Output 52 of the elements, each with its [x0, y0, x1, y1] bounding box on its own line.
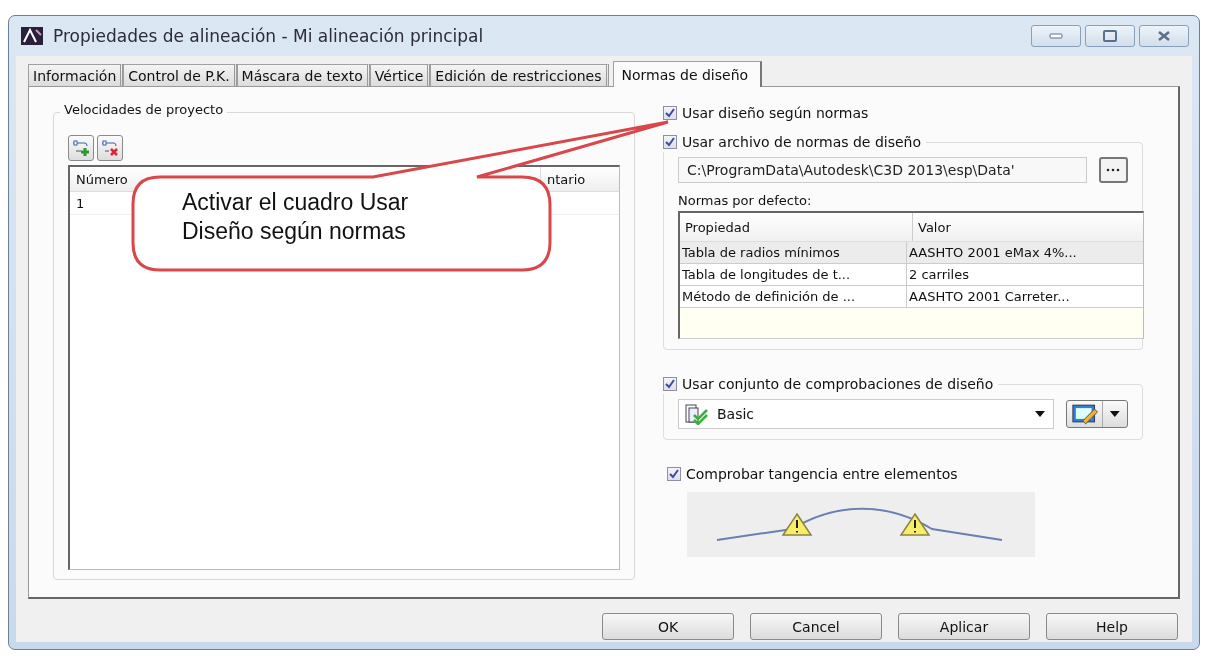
- table-cell: Tabla de longitudes de t...: [680, 264, 907, 285]
- defaults-label: Normas por defecto:: [678, 193, 813, 208]
- table-cell-text: AASHTO 2001 eMax 4%...: [908, 244, 1078, 262]
- column-header[interactable]: Número: [70, 167, 134, 191]
- checkbox[interactable]: [663, 377, 677, 391]
- maximize-icon: [1103, 30, 1117, 42]
- close-button[interactable]: [1139, 25, 1189, 47]
- caret-icon: [1035, 411, 1045, 417]
- checkbox-label: Comprobar tangencia entre elementos: [686, 466, 958, 482]
- dialog-button[interactable]: Help: [1046, 613, 1178, 640]
- window-title: Propiedades de alineación - Mi alineación principal: [53, 26, 485, 46]
- add-row-button[interactable]: [68, 135, 94, 161]
- tab[interactable]: Normas de diseño: [612, 61, 763, 87]
- edit-split-button[interactable]: [1066, 400, 1128, 428]
- check-set-dropdown[interactable]: Basic: [678, 399, 1054, 429]
- tab[interactable]: Máscara de texto: [236, 64, 370, 86]
- callout-text: Activar el cuadro Usar Diseño según normas: [182, 188, 410, 246]
- dialog-button[interactable]: Aplicar: [898, 613, 1030, 640]
- column-header[interactable]: Propiedad: [680, 213, 913, 241]
- dropdown-value: Basic: [717, 406, 756, 422]
- checkbox-label: Usar diseño según normas: [682, 105, 869, 121]
- table-row[interactable]: Método de definición de ... AASHTO 2001 Carreter...: [680, 286, 1143, 308]
- checkbox[interactable]: [663, 106, 677, 120]
- tab[interactable]: Información: [28, 64, 124, 86]
- minimize-icon: [1049, 33, 1063, 39]
- app-logo-icon: [21, 27, 43, 45]
- table-cell-text: 2 carriles: [908, 266, 970, 284]
- ellipsis-icon: [1105, 167, 1122, 173]
- minimize-button[interactable]: [1031, 25, 1081, 47]
- dialog-button[interactable]: OK: [602, 613, 734, 640]
- group-title: Velocidades de proyecto: [60, 102, 228, 117]
- tab[interactable]: Vértice: [369, 64, 431, 86]
- checkbox-label: Usar conjunto de comprobaciones de diseño: [682, 376, 994, 392]
- table-cell: Método de definición de ...: [680, 286, 907, 307]
- table-row[interactable]: Tabla de radios mínimos AASHTO 2001 eMax 4%...: [680, 242, 1143, 264]
- table-cell-text: 1: [75, 195, 86, 213]
- table-cell: Tabla de radios mínimos: [680, 242, 907, 263]
- checkbox[interactable]: [663, 135, 677, 149]
- browse-button[interactable]: [1098, 157, 1128, 183]
- tab[interactable]: Control de P.K.: [123, 64, 237, 86]
- maximize-button[interactable]: [1085, 25, 1135, 47]
- file-path-field[interactable]: C:\ProgramData\Autodesk\C3D 2013\esp\Data': [678, 157, 1087, 183]
- checkbox[interactable]: [667, 467, 681, 481]
- close-icon: [1156, 30, 1172, 42]
- checkbox-label: Usar archivo de normas de diseño: [682, 134, 922, 150]
- tab[interactable]: Edición de restricciones: [430, 64, 609, 86]
- table-row[interactable]: Tabla de longitudes de t... 2 carriles: [680, 264, 1143, 286]
- dialog-button[interactable]: Cancel: [750, 613, 882, 640]
- checklist-icon: [683, 403, 711, 425]
- table-cell-text: AASHTO 2001 Carreter...: [908, 288, 1071, 306]
- column-header[interactable]: Valor: [913, 213, 1143, 241]
- delete-row-button[interactable]: [97, 135, 123, 161]
